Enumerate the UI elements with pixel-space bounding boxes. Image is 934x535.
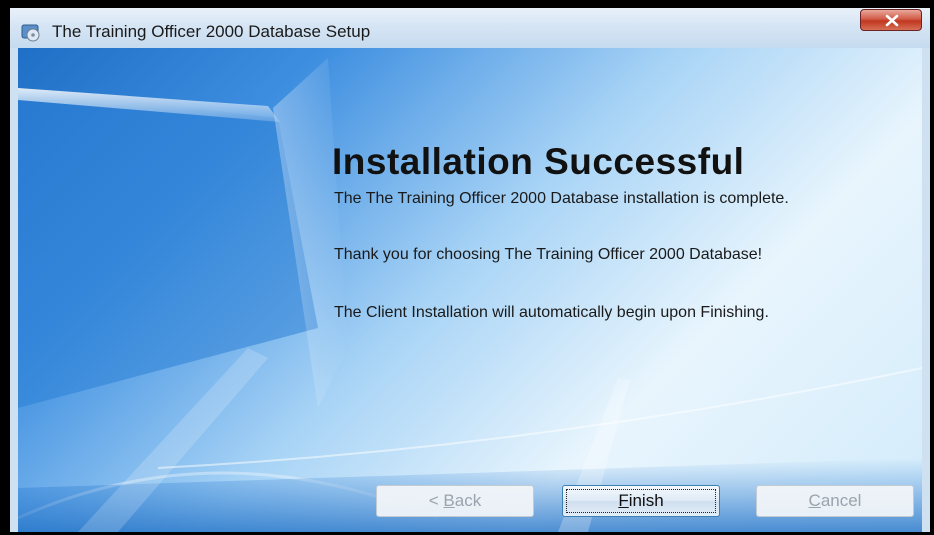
installer-disc-icon (21, 22, 41, 42)
title-bar[interactable]: The Training Officer 2000 Database Setup (10, 8, 930, 48)
client-install-note: The Client Installation will automatical… (334, 304, 769, 321)
completion-message: The The Training Officer 2000 Database i… (334, 190, 789, 207)
back-button-mnemonic: B (443, 491, 455, 510)
close-button[interactable] (860, 9, 922, 31)
cancel-button-label: ancel (820, 491, 862, 510)
cancel-button-mnemonic: C (808, 491, 821, 510)
back-button[interactable]: < Back (376, 485, 534, 517)
setup-window: The Training Officer 2000 Database Setup (10, 8, 930, 532)
thank-you-message: Thank you for choosing The Training Offi… (334, 246, 763, 263)
close-x-icon (885, 14, 899, 27)
focus-ring (566, 489, 716, 513)
back-button-label: ack (454, 491, 482, 510)
window-title: The Training Officer 2000 Database Setup (52, 22, 371, 41)
finish-button[interactable]: Finish (562, 485, 720, 517)
background-art (18, 58, 922, 532)
wizard-panel: Installation Successful The The Training… (18, 48, 922, 532)
back-button-prefix: < (428, 491, 444, 510)
page-title: Installation Successful (332, 141, 745, 182)
cancel-button[interactable]: Cancel (756, 485, 914, 517)
